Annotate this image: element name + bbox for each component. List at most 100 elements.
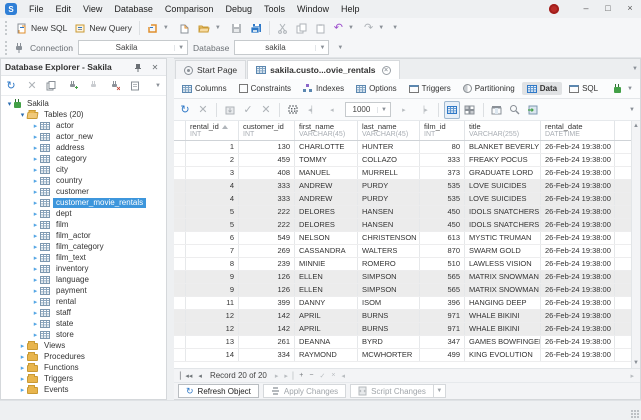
cell-rental_date[interactable]: 26-Feb-24 19:38:00: [541, 193, 615, 205]
cell-first_name[interactable]: CHARLOTTE: [295, 141, 358, 153]
chevron-down-icon[interactable]: ▼: [174, 44, 187, 51]
cell-title[interactable]: IDOLS SNATCHERS: [465, 219, 541, 231]
cell-film_id[interactable]: 971: [420, 323, 465, 335]
append-record-icon[interactable]: +: [296, 372, 306, 379]
cut-button[interactable]: [273, 19, 292, 37]
cell-film_id[interactable]: 535: [420, 180, 465, 192]
cell-film_id[interactable]: 373: [420, 167, 465, 179]
tab-start-page[interactable]: Start Page: [175, 60, 247, 79]
resize-grip-icon[interactable]: [631, 410, 639, 418]
tree-item-film[interactable]: ▸ film: [1, 219, 166, 230]
pin-icon[interactable]: [134, 63, 148, 72]
expand-icon[interactable]: ▸: [31, 166, 40, 174]
expand-icon[interactable]: ▸: [31, 199, 40, 207]
properties-icon[interactable]: [46, 80, 60, 91]
cell-customer_id[interactable]: 239: [239, 258, 295, 270]
new-sql-button[interactable]: New SQL: [13, 19, 71, 37]
close-panel-icon[interactable]: ✕: [148, 63, 162, 72]
cell-first_name[interactable]: CASSANDRA: [295, 245, 358, 257]
cell-last_name[interactable]: HANSEN: [358, 219, 420, 231]
panel-splitter[interactable]: [167, 58, 174, 400]
cell-film_id[interactable]: 347: [420, 336, 465, 348]
cell-rental_id[interactable]: 12: [186, 323, 239, 335]
save-button[interactable]: [227, 19, 246, 37]
cell-title[interactable]: IDOLS SNATCHERS: [465, 206, 541, 218]
subtab-constraints[interactable]: Constraints: [234, 82, 296, 95]
cell-film_id[interactable]: 450: [420, 206, 465, 218]
column-header-customer_id[interactable]: customer_id INT: [239, 121, 295, 140]
menu-window[interactable]: Window: [291, 0, 335, 18]
cell-rental_date[interactable]: 26-Feb-24 19:38:00: [541, 245, 615, 257]
apply-changes-button[interactable]: Apply Changes: [262, 384, 347, 398]
tree-item-tables-20-[interactable]: ▾ Tables (20): [1, 109, 166, 120]
expand-icon[interactable]: ▸: [31, 210, 40, 218]
tree-item-inventory[interactable]: ▸ inventory: [1, 263, 166, 274]
cell-customer_id[interactable]: 269: [239, 245, 295, 257]
cell-first_name[interactable]: DEANNA: [295, 336, 358, 348]
tree-item-sakila[interactable]: ▾ Sakila: [1, 98, 166, 109]
cell-last_name[interactable]: BURNS: [358, 323, 420, 335]
table-row[interactable]: 4 333 ANDREW PURDY 535 LOVE SUICIDES 26-Feb-24…: [174, 193, 631, 206]
close-button[interactable]: ×: [619, 0, 641, 18]
cell-film_id[interactable]: 80: [420, 141, 465, 153]
column-header-film_id[interactable]: film_id INT: [420, 121, 465, 140]
toolbar-grip[interactable]: [5, 21, 8, 35]
cell-rental_id[interactable]: 11: [186, 297, 239, 309]
cell-first_name[interactable]: DANNY: [295, 297, 358, 309]
tree-item-category[interactable]: ▸ category: [1, 153, 166, 164]
subtab-data[interactable]: Data: [521, 82, 563, 95]
tree-item-views[interactable]: ▸ Views: [1, 340, 166, 351]
tree-item-events[interactable]: ▸ Events: [1, 384, 166, 395]
chevron-down-icon[interactable]: ▼: [213, 25, 223, 31]
redo-button[interactable]: ↷ ▼: [360, 19, 390, 37]
post-edit-icon[interactable]: ✓: [316, 372, 328, 380]
tree-item-payment[interactable]: ▸ payment: [1, 285, 166, 296]
cell-rental_date[interactable]: 26-Feb-24 19:38:00: [541, 271, 615, 283]
cell-rental_date[interactable]: 26-Feb-24 19:38:00: [541, 219, 615, 231]
cell-rental_id[interactable]: 8: [186, 258, 239, 270]
cell-rental_id[interactable]: 9: [186, 284, 239, 296]
cell-rental_date[interactable]: 26-Feb-24 19:38:00: [541, 154, 615, 166]
menu-database[interactable]: Database: [108, 0, 159, 18]
expand-icon[interactable]: ▸: [31, 265, 40, 273]
tree-item-dept[interactable]: ▸ dept: [1, 208, 166, 219]
cell-customer_id[interactable]: 333: [239, 180, 295, 192]
column-header-last_name[interactable]: last_name VARCHAR(45): [358, 121, 420, 140]
tree-item-country[interactable]: ▸ country: [1, 175, 166, 186]
tree-item-customer[interactable]: ▸ customer: [1, 186, 166, 197]
cell-rental_date[interactable]: 26-Feb-24 19:38:00: [541, 349, 615, 361]
cell-last_name[interactable]: HUNTER: [358, 141, 420, 153]
tree-item-actor[interactable]: ▸ actor: [1, 120, 166, 131]
cell-rental_date[interactable]: 26-Feb-24 19:38:00: [541, 180, 615, 192]
cell-rental_id[interactable]: 14: [186, 349, 239, 361]
tree-item-customer-movie-rentals[interactable]: ▸ customer_movie_rentals: [1, 197, 166, 208]
cell-title[interactable]: MATRIX SNOWMAN: [465, 271, 541, 283]
tree-item-address[interactable]: ▸ address: [1, 142, 166, 153]
cell-first_name[interactable]: DELORES: [295, 219, 358, 231]
tree-item-rental[interactable]: ▸ rental: [1, 296, 166, 307]
collapse-icon[interactable]: ▾: [5, 100, 14, 108]
cell-film_id[interactable]: 971: [420, 310, 465, 322]
cell-title[interactable]: WHALE BIKINI: [465, 323, 541, 335]
toolbar-overflow-icon[interactable]: ▼: [390, 25, 400, 31]
tree-item-procedures[interactable]: ▸ Procedures: [1, 351, 166, 362]
cell-customer_id[interactable]: 142: [239, 323, 295, 335]
tree-item-state[interactable]: ▸ state: [1, 318, 166, 329]
table-row[interactable]: 5 222 DELORES HANSEN 450 IDOLS SNATCHERS 26-Fe…: [174, 206, 631, 219]
table-row[interactable]: 5 222 DELORES HANSEN 450 IDOLS SNATCHERS 26-Fe…: [174, 219, 631, 232]
tree-item-film-text[interactable]: ▸ film_text: [1, 252, 166, 263]
cell-customer_id[interactable]: 549: [239, 232, 295, 244]
menu-comparison[interactable]: Comparison: [159, 0, 220, 18]
cell-rental_date[interactable]: 26-Feb-24 19:38:00: [541, 232, 615, 244]
explorer-toolbar-overflow-icon[interactable]: ▼: [153, 83, 163, 89]
cell-last_name[interactable]: SIMPSON: [358, 284, 420, 296]
cell-last_name[interactable]: MURRELL: [358, 167, 420, 179]
table-row[interactable]: 14 334 RAYMOND MCWHORTER 499 KING EVOLUTION 26…: [174, 349, 631, 362]
cell-rental_date[interactable]: 26-Feb-24 19:38:00: [541, 258, 615, 270]
cell-last_name[interactable]: BURNS: [358, 310, 420, 322]
chevron-down-icon[interactable]: ▼: [376, 106, 390, 113]
tree-item-store[interactable]: ▸ store: [1, 329, 166, 340]
chevron-down-icon[interactable]: ▼: [376, 25, 386, 31]
vertical-scrollbar[interactable]: ▲ ▼: [631, 121, 640, 368]
card-view-button[interactable]: [462, 101, 478, 119]
